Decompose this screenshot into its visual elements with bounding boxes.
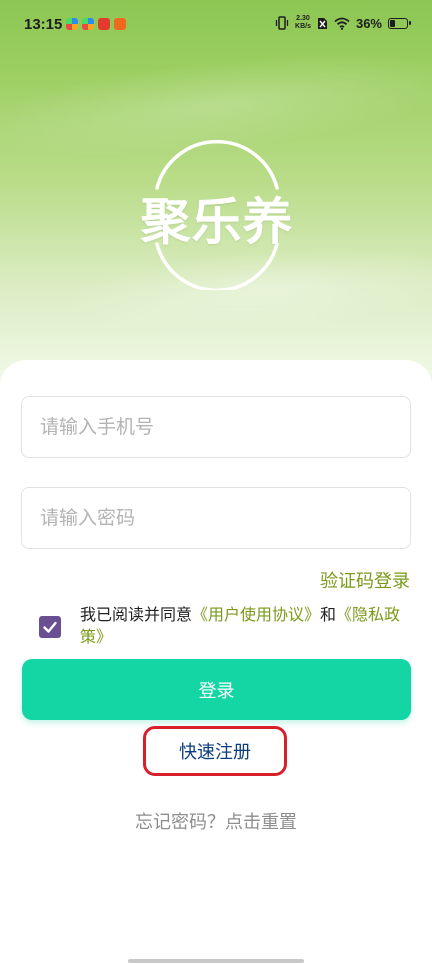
status-bar: 13:15 2.30 KB/s 36% [0, 0, 432, 50]
forgot-password-link[interactable]: 忘记密码？点击重置 [0, 808, 432, 834]
check-icon [43, 621, 57, 633]
phone-input[interactable] [22, 397, 410, 457]
battery-icon [388, 17, 411, 29]
agreement-checkbox[interactable] [39, 616, 61, 638]
quick-register-link[interactable]: 快速注册 [179, 738, 251, 764]
user-agreement-link[interactable]: 《用户使用协议》 [192, 605, 320, 624]
vibrate-icon [275, 16, 289, 30]
wifi-icon [334, 17, 350, 30]
password-input[interactable] [22, 488, 410, 548]
app-notification-icon [82, 18, 94, 30]
phone-field[interactable] [21, 396, 411, 458]
login-button[interactable]: 登录 [22, 659, 411, 720]
app-notification-icon [98, 18, 110, 30]
notification-icons [66, 18, 126, 30]
register-highlight: 快速注册 [143, 726, 287, 776]
home-indicator[interactable] [128, 959, 304, 963]
sms-login-link[interactable]: 验证码登录 [320, 567, 410, 593]
status-right: 2.30 KB/s 36% [275, 15, 411, 31]
logo-text: 聚乐养 [140, 192, 294, 251]
app-notification-icon [66, 18, 78, 30]
net-speed: 2.30 KB/s [295, 15, 311, 31]
app-notification-icon [114, 18, 126, 30]
agreement-prefix: 我已阅读并同意 [80, 605, 193, 624]
battery-percent: 36% [355, 15, 382, 31]
agreement-text: 我已阅读并同意《用户使用协议》和《隐私政策》 [80, 604, 420, 648]
app-logo: 聚乐养 [117, 140, 317, 290]
battery-fill [390, 19, 395, 27]
password-field[interactable] [21, 487, 411, 549]
no-sim-icon [317, 17, 327, 29]
status-time: 13:15 [24, 16, 63, 33]
agreement-and: 和 [320, 605, 337, 624]
net-speed-unit: KB/s [295, 23, 311, 30]
net-speed-value: 2.30 [296, 15, 310, 22]
